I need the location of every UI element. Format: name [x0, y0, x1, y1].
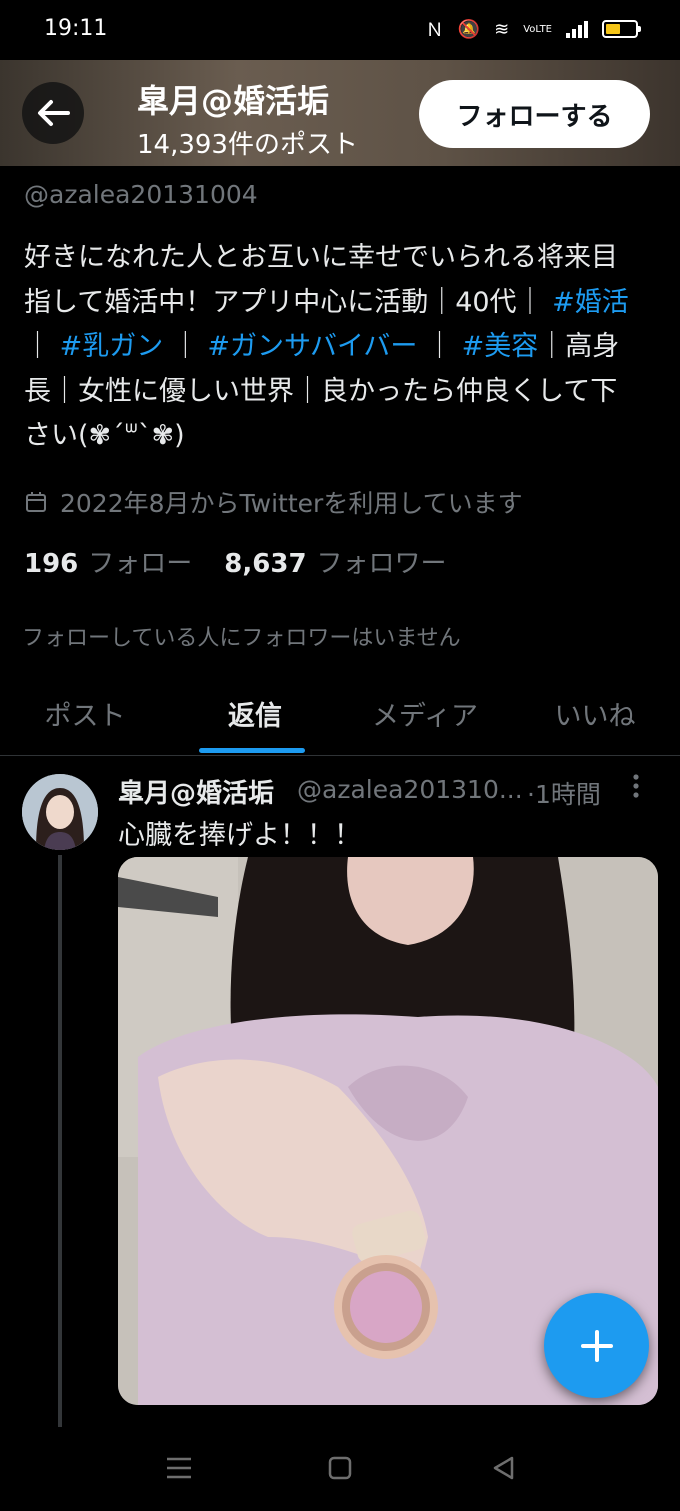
tweet-timestamp: ·1時間: [527, 780, 601, 809]
thread-line: [58, 855, 62, 1427]
profile-tabs: ポスト 返信 メディア いいね: [0, 672, 680, 756]
bio-line: 指して婚活中！アプリ中心に活動｜40代｜ #婚活: [24, 281, 660, 326]
calendar-icon: [26, 492, 46, 512]
joined-date: 2022年8月からTwitterを利用しています: [24, 484, 523, 520]
bio-text: ｜高身: [538, 331, 620, 362]
following-count: 196: [24, 549, 79, 579]
joined-text: 2022年8月からTwitterを利用しています: [60, 489, 523, 518]
active-tab-indicator: [199, 748, 305, 753]
tab-replies[interactable]: 返信: [170, 672, 340, 755]
back-button[interactable]: [22, 82, 84, 144]
bio-line: 好きになれた人とお互いに幸せでいられる将来目: [24, 242, 618, 273]
more-button[interactable]: [632, 773, 640, 805]
follow-button[interactable]: フォローする: [419, 80, 650, 148]
bio-text: ｜: [426, 331, 454, 362]
avatar-image: [22, 774, 98, 850]
plus-icon: [580, 1329, 613, 1362]
mutual-followers-note: フォローしている人にフォロワーはいません: [22, 626, 461, 651]
bio-line: ｜ #乳ガン ｜ #ガンサバイバー ｜ #美容｜高身: [24, 325, 660, 370]
bio-line: さい(✾´ᐜ`✾): [24, 420, 185, 451]
menu-icon[interactable]: [166, 1456, 192, 1480]
mute-icon: 🔕: [457, 18, 481, 40]
compose-button[interactable]: [544, 1293, 649, 1398]
following-label: フォロー: [88, 549, 193, 579]
system-nav-bar: [0, 1430, 680, 1511]
tab-likes[interactable]: いいね: [510, 672, 680, 755]
followers-stat[interactable]: 8,637 フォロワー: [224, 543, 446, 580]
header-name: 皐月@婚活垢: [137, 82, 330, 120]
battery-icon: [602, 20, 641, 38]
tweet-author-name[interactable]: 皐月@婚活垢: [118, 773, 274, 810]
nfc-icon: Ｎ: [425, 20, 444, 41]
status-icons: Ｎ 🔕 ≋ VoLTE: [425, 16, 641, 42]
tweet-text: 心臓を捧げよ！！！: [118, 820, 361, 851]
tab-media[interactable]: メディア: [340, 672, 510, 755]
hashtag-link[interactable]: #乳ガン: [60, 331, 164, 362]
status-bar: 19:11 Ｎ 🔕 ≋ VoLTE: [0, 0, 680, 60]
back-nav-icon[interactable]: [492, 1456, 514, 1480]
wifi-icon: ≋: [494, 18, 510, 40]
tab-posts[interactable]: ポスト: [0, 672, 170, 755]
bio-text: ｜: [171, 331, 199, 362]
profile-bio: 好きになれた人とお互いに幸せでいられる将来目 指して婚活中！アプリ中心に活動｜4…: [24, 236, 660, 459]
hashtag-link[interactable]: #美容: [462, 331, 539, 362]
tweet-author-handle: @azalea201310...: [297, 775, 523, 804]
hashtag-link[interactable]: #ガンサバイバー: [207, 331, 417, 362]
post-count: 14,393件のポスト: [137, 130, 358, 160]
bio-line: 長｜女性に優しい世界｜良かったら仲良くして下: [24, 375, 618, 407]
bio-text: ｜: [24, 331, 51, 362]
signal-icon: [566, 20, 588, 38]
avatar[interactable]: [22, 774, 98, 850]
arrow-left-icon: [38, 100, 70, 126]
bio-text: 指して婚活中！アプリ中心に活動｜40代｜: [24, 286, 544, 318]
following-stat[interactable]: 196 フォロー: [24, 543, 192, 580]
home-icon[interactable]: [328, 1456, 352, 1480]
followers-count: 8,637: [224, 549, 307, 579]
more-vertical-icon: [633, 774, 639, 798]
hashtag-link[interactable]: #婚活: [552, 287, 629, 318]
follow-stats: 196 フォロー 8,637 フォロワー: [24, 543, 479, 580]
status-time: 19:11: [44, 16, 108, 41]
profile-header: 皐月@婚活垢 14,393件のポスト フォローする: [0, 60, 680, 166]
volte-label: VoLTE: [523, 23, 552, 35]
followers-label: フォロワー: [316, 549, 447, 579]
profile-handle: @azalea20131004: [24, 180, 258, 209]
